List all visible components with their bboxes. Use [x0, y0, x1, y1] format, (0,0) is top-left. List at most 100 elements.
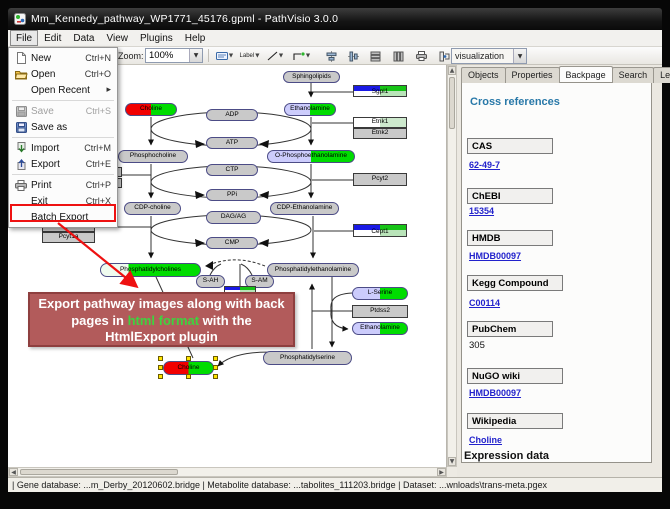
node-etnk2[interactable]: Etnk2	[353, 128, 407, 139]
node-ppi[interactable]: PPi	[206, 189, 258, 201]
menu-item-label: Import	[29, 143, 84, 154]
scroll-right-button[interactable]: ▶	[437, 468, 446, 476]
tab-search[interactable]: Search	[612, 67, 655, 83]
node-cdp-ethanolamine[interactable]: CDP-Ethanolamine	[270, 202, 339, 215]
menu-item-save: SaveCtrl+S	[9, 103, 117, 119]
stack-columns-button[interactable]	[389, 48, 407, 64]
node-phosphatidylcholines[interactable]: Phosphatidylcholines	[100, 263, 201, 277]
scroll-down-button[interactable]: ▼	[448, 457, 456, 466]
node-cmp[interactable]: CMP	[206, 237, 258, 249]
node-label: Ptdss2	[370, 308, 390, 315]
save-as-icon	[13, 122, 29, 133]
node-s-ah[interactable]: S-AH	[196, 275, 225, 288]
node-pcyt2[interactable]: Pcyt2	[353, 173, 407, 186]
canvas-vertical-scrollbar[interactable]: ▲ ▼	[447, 65, 457, 467]
datanode-icon	[216, 51, 228, 61]
screenshot-root: Mm_Kennedy_pathway_WP1771_45176.gpml - P…	[0, 0, 670, 509]
node-ethanolamine[interactable]: Ethanolamine	[284, 103, 336, 116]
submenu-arrow-icon: ▸	[106, 85, 111, 95]
node-label: CDP-Ethanolamine	[277, 205, 333, 212]
tab-backpage[interactable]: Backpage	[559, 66, 613, 82]
xref-header-kegg-compound: Kegg Compound	[467, 275, 563, 291]
node-o-phosphoethanolamine[interactable]: O-Phosphoethanolamine	[267, 150, 355, 163]
connector-tool-button[interactable]: ▼	[290, 48, 313, 64]
menu-item-print[interactable]: PrintCtrl+P	[9, 177, 117, 193]
node-cept1[interactable]: Cept1	[353, 224, 407, 237]
menu-view[interactable]: View	[100, 30, 134, 46]
node-cdp-choline[interactable]: CDP-choline	[124, 202, 181, 215]
node-sphingolipids[interactable]: Sphingolipids	[283, 71, 340, 83]
node-phosphocholine[interactable]: Phosphocholine	[118, 150, 188, 163]
scroll-up-button[interactable]: ▲	[448, 66, 456, 75]
align-center-button[interactable]	[322, 48, 340, 64]
node-label: CTP	[226, 167, 239, 174]
vertical-scroll-thumb[interactable]	[449, 77, 455, 129]
node-label: CMP	[225, 240, 239, 247]
xref-link-kegg-compound[interactable]: C00114	[469, 298, 500, 308]
menu-shortcut: Ctrl+N	[85, 53, 111, 63]
menu-item-import[interactable]: ImportCtrl+M	[9, 140, 117, 156]
tab-properties[interactable]: Properties	[505, 67, 560, 83]
node-ctp[interactable]: CTP	[206, 164, 258, 176]
selection-handle[interactable]	[213, 365, 218, 370]
selection-handle[interactable]	[186, 356, 191, 361]
menu-item-new[interactable]: NewCtrl+N	[9, 50, 117, 66]
datanode-tool-button[interactable]: ▼	[213, 48, 236, 64]
node-ethanolamine[interactable]: Ethanolamine	[352, 322, 408, 335]
canvas-horizontal-scrollbar[interactable]: ◀ ▶	[8, 467, 447, 477]
node-phosphatidylethanolamine[interactable]: Phosphatidylethanolamine	[267, 263, 359, 277]
selection-handle[interactable]	[158, 365, 163, 370]
menu-plugins[interactable]: Plugins	[134, 30, 179, 46]
selection-handle[interactable]	[213, 356, 218, 361]
node-label: Phosphatidylethanolamine	[275, 267, 351, 274]
node-choline[interactable]: Choline	[163, 361, 214, 375]
node-etnk1[interactable]: Etnk1	[353, 117, 407, 128]
menu-edit[interactable]: Edit	[38, 30, 67, 46]
align-middle-icon	[348, 51, 359, 62]
node-ptdss2[interactable]: Ptdss2	[352, 305, 408, 318]
node-pcyt1a[interactable]: Pcyt1a	[42, 232, 95, 243]
line-tool-button[interactable]: ▼	[264, 48, 286, 64]
node-sgpl1[interactable]: Sgpl1	[353, 85, 407, 97]
selection-handle[interactable]	[158, 374, 163, 379]
menu-item-save-as[interactable]: Save as	[9, 119, 117, 135]
label-tool-button[interactable]: Label ▼	[238, 48, 261, 64]
menu-file[interactable]: File	[10, 30, 38, 46]
node-dag-ag[interactable]: DAG/AG	[206, 211, 261, 224]
menu-shortcut: Ctrl+E	[86, 159, 111, 169]
menu-item-open-recent[interactable]: Open Recent▸	[9, 82, 117, 98]
node-atp[interactable]: ATP	[206, 137, 258, 149]
print-toolbar-button[interactable]	[412, 48, 430, 64]
align-middle-button[interactable]	[344, 48, 362, 64]
scroll-left-button[interactable]: ◀	[9, 468, 18, 476]
node-label: ATP	[226, 140, 238, 147]
stack-rows-button[interactable]	[366, 48, 384, 64]
menu-item-open[interactable]: OpenCtrl+O	[9, 66, 117, 82]
visualization-combobox[interactable]: visualization ▼	[451, 48, 527, 64]
menu-help[interactable]: Help	[179, 30, 212, 46]
xref-link-cas[interactable]: 62-49-7	[469, 160, 500, 170]
menu-item-label: Save as	[29, 122, 111, 133]
tab-legend[interactable]: Legend	[653, 67, 670, 83]
layout-icon	[439, 51, 450, 62]
chevron-down-icon[interactable]: ▼	[189, 49, 202, 62]
menu-data[interactable]: Data	[67, 30, 100, 46]
chevron-down-icon[interactable]: ▼	[513, 49, 526, 63]
node-choline[interactable]: Choline	[125, 103, 177, 116]
xref-link-nugo-wiki[interactable]: HMDB00097	[469, 388, 521, 398]
node-l-serine[interactable]: L-Serine	[352, 287, 408, 300]
xref-link-wikipedia[interactable]: Choline	[469, 435, 502, 445]
selection-handle[interactable]	[213, 374, 218, 379]
menu-item-export[interactable]: ExportCtrl+E	[9, 156, 117, 172]
horizontal-scroll-thumb[interactable]	[20, 469, 178, 475]
node-phosphatidylserine[interactable]: Phosphatidylserine	[263, 351, 352, 365]
selection-handle[interactable]	[158, 356, 163, 361]
node-label: DAG/AG	[221, 214, 246, 221]
xref-link-chebi[interactable]: 15354	[469, 206, 494, 216]
node-label: Choline	[140, 106, 162, 113]
selection-handle[interactable]	[186, 374, 191, 379]
xref-link-hmdb[interactable]: HMDB00097	[469, 251, 521, 261]
node-adp[interactable]: ADP	[206, 109, 258, 121]
tab-objects[interactable]: Objects	[461, 67, 506, 83]
zoom-combobox[interactable]: 100% ▼	[145, 48, 203, 63]
